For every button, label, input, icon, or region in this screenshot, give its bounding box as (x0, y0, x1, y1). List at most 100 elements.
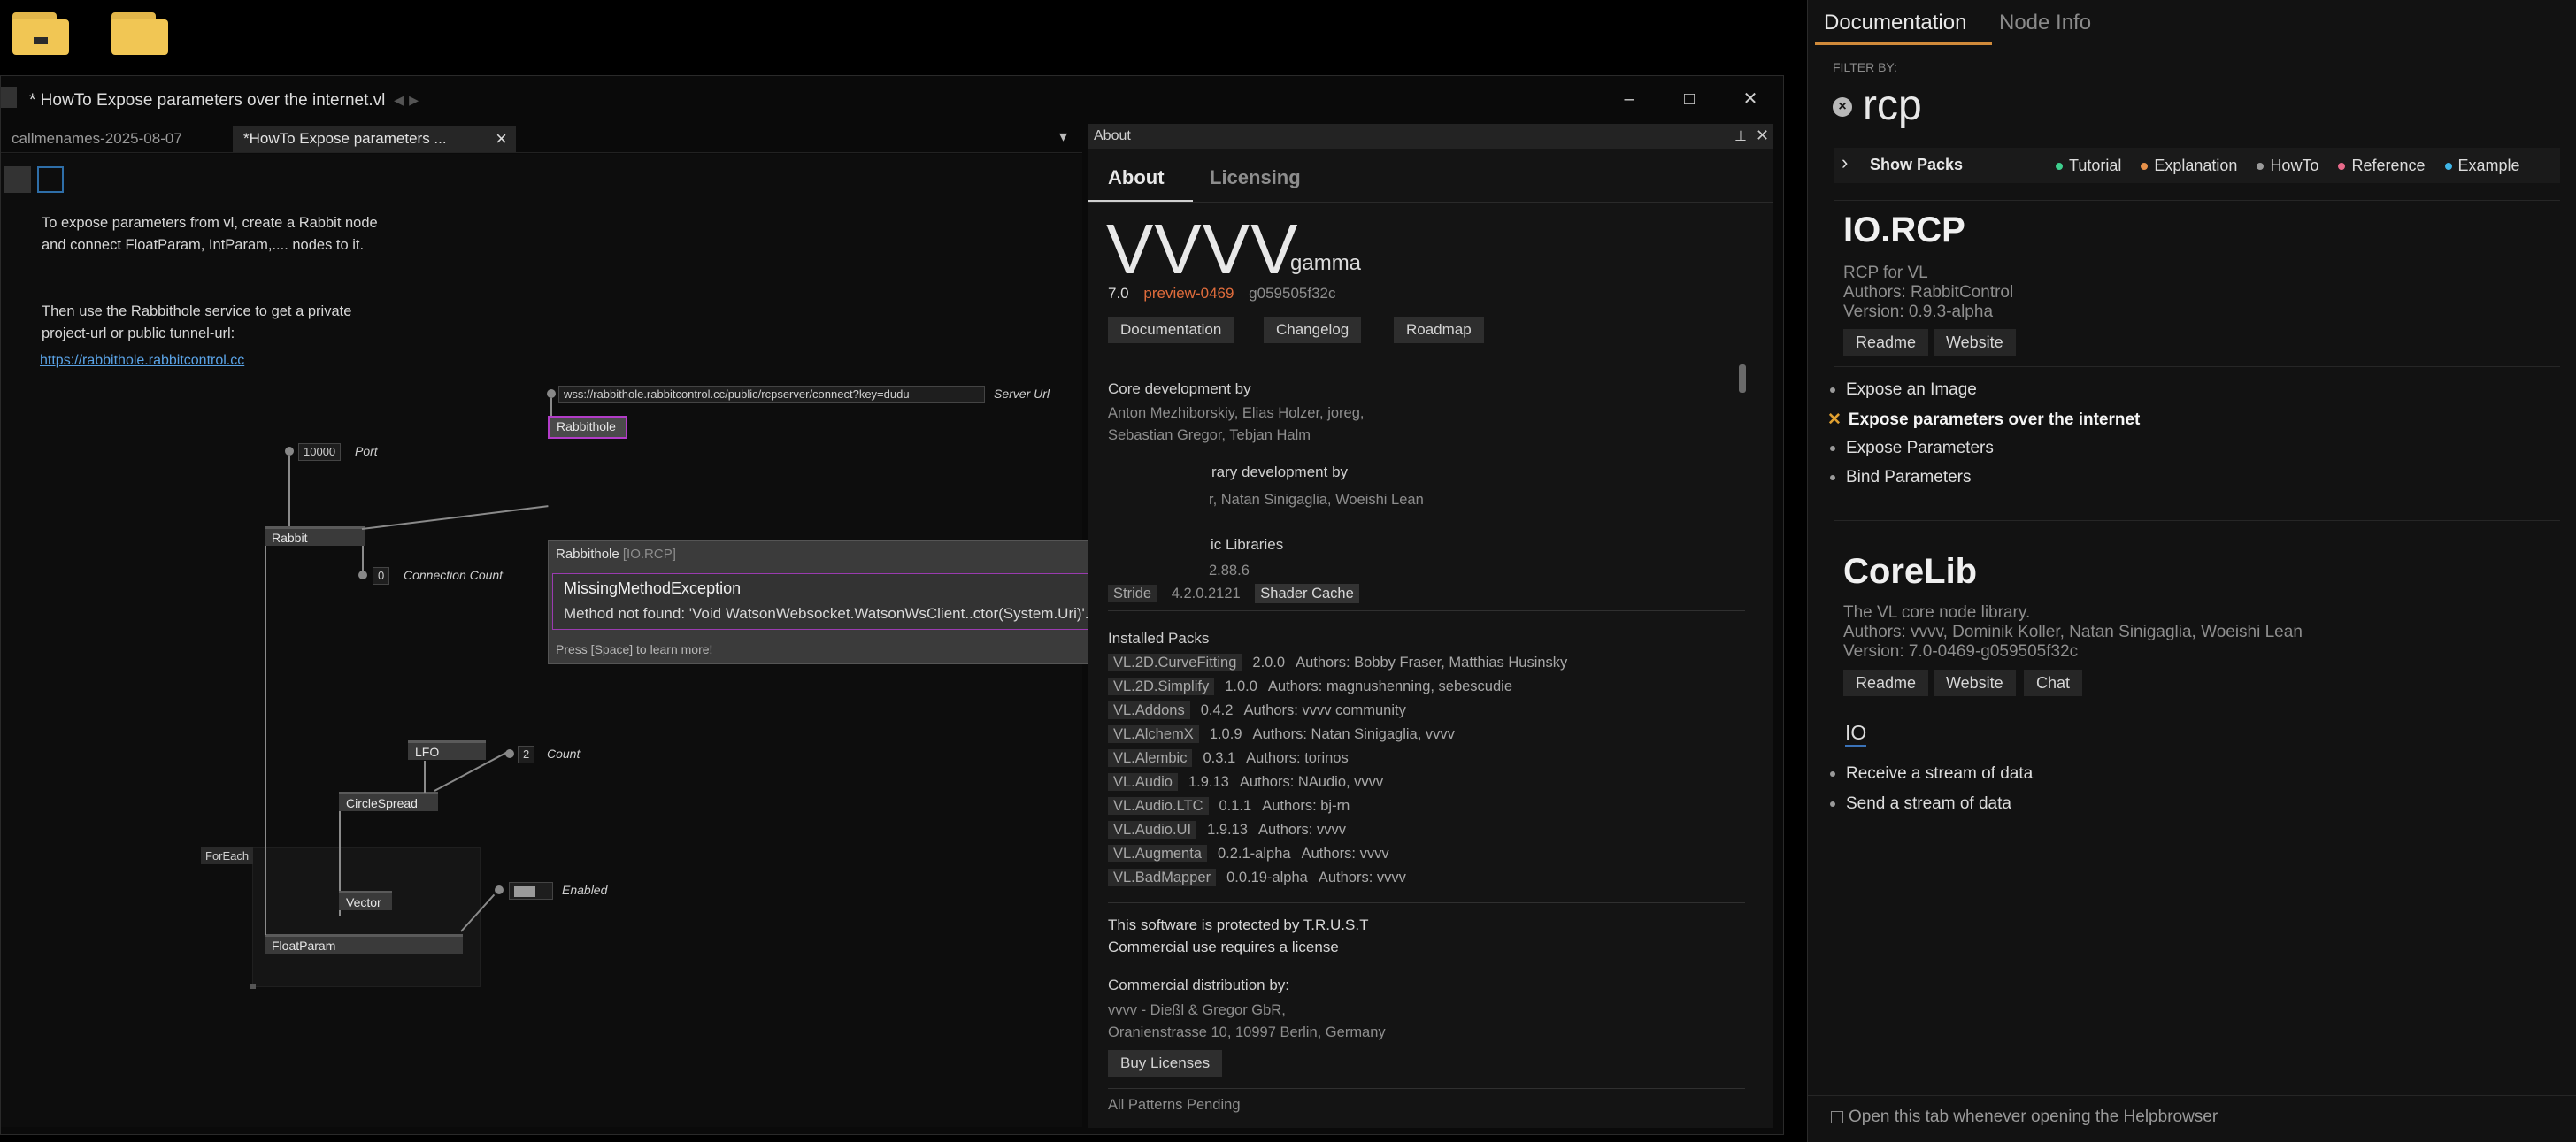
pack-name[interactable]: VL.Audio.LTC (1108, 797, 1209, 815)
legend-dot-icon (2338, 163, 2346, 171)
close-icon[interactable]: ✕ (1756, 126, 1769, 145)
legend-label: HowTo (2270, 157, 2319, 174)
pack-name[interactable]: VL.Alembic (1108, 749, 1193, 767)
pack-name[interactable]: VL.AlchemX (1108, 725, 1199, 743)
library-dev-line: r, Natan Sinigaglia, Woeishi Lean (1209, 492, 1424, 508)
pin[interactable] (505, 749, 514, 758)
legend-item[interactable]: HowTo (2257, 157, 2318, 174)
active-marker-icon: ✕ (1827, 410, 1842, 429)
pack-version: 2.0.0 (1252, 655, 1286, 671)
chat-button[interactable]: Chat (2024, 670, 2083, 696)
changelog-button[interactable]: Changelog (1264, 317, 1362, 343)
divider (1834, 366, 2560, 367)
connection-count-label: Connection Count (404, 568, 504, 582)
rabbit-node[interactable]: Rabbit (265, 526, 365, 546)
website-button[interactable]: Website (1934, 670, 2016, 696)
pack-authors: Authors: Bobby Fraser, Matthias Husinsky (1296, 655, 1568, 671)
legend-item[interactable]: Tutorial (2056, 157, 2121, 174)
folder-icon[interactable] (12, 12, 69, 55)
floatparam-node[interactable]: FloatParam (265, 934, 463, 954)
pack-name[interactable]: VL.Audio.UI (1108, 821, 1197, 839)
port-iobox[interactable]: 10000 (298, 443, 342, 461)
pin-icon[interactable]: ⊥ (1734, 127, 1747, 145)
vector-node[interactable]: Vector (339, 891, 392, 910)
legend-item[interactable]: Reference (2338, 157, 2426, 174)
doc-item-howto[interactable]: Expose an Image (1830, 380, 1977, 400)
pack-name[interactable]: VL.Augmenta (1108, 845, 1207, 862)
tab-close-icon[interactable]: × (496, 126, 507, 152)
window-menu-icon[interactable] (1, 87, 17, 108)
readme-button[interactable]: Readme (1843, 670, 1929, 696)
patch-comment: Then use the Rabbithole service to get a… (42, 303, 352, 341)
website-button[interactable]: Website (1934, 329, 2016, 356)
tab-about[interactable]: About (1108, 166, 1165, 189)
pack-name[interactable]: VL.2D.Simplify (1108, 678, 1215, 695)
wire (362, 546, 364, 571)
open-tab-checkbox[interactable] (1831, 1111, 1843, 1123)
documentation-button[interactable]: Documentation (1108, 317, 1234, 343)
pin[interactable] (285, 447, 294, 456)
rabbithole-link[interactable]: https://rabbithole.rabbitcontrol.cc (40, 353, 244, 369)
server-url-iobox[interactable]: wss://rabbithole.rabbitcontrol.cc/public… (558, 386, 985, 403)
maximize-button[interactable]: □ (1672, 83, 1707, 115)
installed-pack-row: VL.Alembic 0.3.1 Authors: torinos (1108, 749, 1349, 767)
enabled-toggle[interactable] (509, 882, 553, 900)
minimize-button[interactable]: – (1611, 83, 1647, 115)
patch-tool-icon[interactable] (4, 166, 31, 193)
legend-item[interactable]: Example (2444, 157, 2520, 174)
pin[interactable] (358, 571, 367, 579)
tab-callmenames[interactable]: callmenames-2025-08-07 (1, 126, 193, 152)
category-heading[interactable]: IO (1845, 721, 1867, 747)
count-iobox[interactable]: 2 (518, 746, 535, 763)
circlespread-node[interactable]: CircleSpread (339, 792, 438, 811)
version-number: 7.0 (1108, 285, 1129, 302)
show-packs-toggle[interactable]: Show Packs (1870, 156, 1963, 174)
core-dev-heading: Core development by (1108, 380, 1251, 397)
doc-item-howto[interactable]: Send a stream of data (1830, 794, 2011, 814)
pack-name[interactable]: VL.BadMapper (1108, 869, 1217, 886)
core-dev-line: Anton Mezhiborskiy, Elias Holzer, joreg, (1108, 405, 1365, 421)
folder-icon[interactable] (111, 12, 168, 55)
pack-name[interactable]: VL.2D.CurveFitting (1108, 654, 1242, 671)
about-panel-header: About ⊥ ✕ (1088, 124, 1773, 149)
tab-node-info[interactable]: Node Info (1999, 11, 2091, 35)
server-url-label: Server Url (994, 387, 1050, 401)
legend-label: Tutorial (2069, 157, 2122, 174)
rabbithole-node[interactable]: Rabbithole (548, 416, 627, 439)
clear-filter-icon[interactable]: × (1833, 97, 1852, 117)
legend-item[interactable]: Explanation (2141, 157, 2237, 174)
pin[interactable] (495, 885, 504, 894)
tab-documentation[interactable]: Documentation (1824, 11, 1966, 35)
pack-version: 0.0.19-alpha (1226, 870, 1308, 885)
tab-dropdown-icon[interactable]: ▾ (1059, 127, 1067, 146)
tab-licensing[interactable]: Licensing (1210, 166, 1301, 189)
tab-howto-expose[interactable]: *HowTo Expose parameters ... × (233, 126, 516, 152)
doc-item-howto-active[interactable]: ✕ Expose parameters over the internet (1827, 410, 2140, 430)
doc-item-howto[interactable]: Expose Parameters (1830, 439, 1994, 458)
count-label: Count (547, 747, 581, 761)
foreach-region[interactable] (252, 847, 481, 987)
scrollbar[interactable] (1739, 364, 1746, 393)
readme-button[interactable]: Readme (1843, 329, 1929, 356)
help-browser: Documentation Node Info FILTER BY: × › S… (1807, 0, 2576, 1142)
buy-licenses-button[interactable]: Buy Licenses (1108, 1050, 1223, 1077)
pack-version: 1.0.9 (1209, 726, 1242, 742)
document-tabs: callmenames-2025-08-07 *HowTo Expose par… (1, 126, 1082, 153)
lfo-node[interactable]: LFO (408, 740, 486, 760)
filter-input[interactable] (1861, 78, 2537, 133)
chevron-right-icon[interactable]: › (1842, 151, 1848, 174)
legend-label: Example (2457, 157, 2520, 174)
pin[interactable] (547, 389, 556, 398)
navigation-arrows[interactable]: ◂ ▸ (394, 88, 419, 111)
wire (288, 456, 290, 528)
about-footer: All Patterns Pending (1108, 1097, 1241, 1113)
roadmap-button[interactable]: Roadmap (1394, 317, 1484, 343)
shader-cache-button[interactable]: Shader Cache (1255, 584, 1359, 603)
pack-name[interactable]: VL.Audio (1108, 773, 1178, 791)
doc-item-howto[interactable]: Bind Parameters (1830, 468, 1972, 487)
legend-dot-icon (2257, 163, 2265, 171)
patch-tool-icon[interactable] (37, 166, 64, 193)
close-button[interactable]: ✕ (1733, 83, 1768, 115)
doc-item-howto[interactable]: Receive a stream of data (1830, 764, 2033, 784)
pack-name[interactable]: VL.Addons (1108, 701, 1190, 719)
